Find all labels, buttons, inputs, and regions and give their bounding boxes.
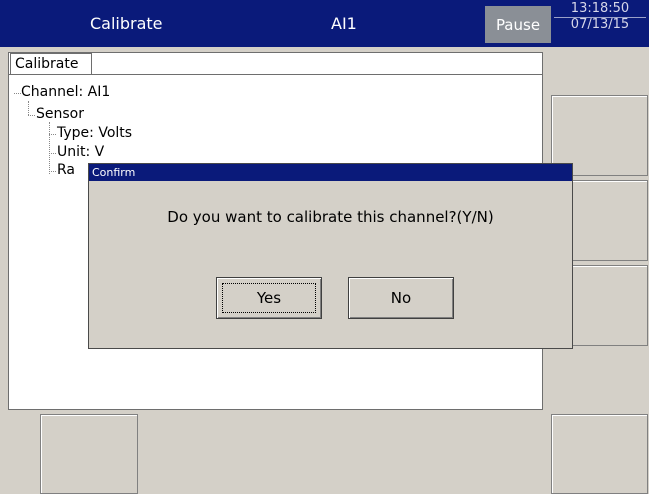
dialog-message: Do you want to calibrate this channel?(Y… (167, 208, 494, 226)
tree-item-type[interactable]: Type: Volts (57, 125, 132, 141)
yes-button-label: Yes (222, 283, 316, 313)
no-button[interactable]: No (348, 277, 454, 319)
confirm-dialog: Confirm Do you want to calibrate this ch… (88, 163, 573, 349)
tree-connector (49, 153, 56, 154)
yes-button[interactable]: Yes (216, 277, 322, 319)
clock: 13:18:50 07/13/15 (554, 2, 646, 45)
tree-connector (14, 93, 21, 94)
tree-connector (49, 122, 50, 174)
tab-calibrate[interactable]: Calibrate (10, 53, 92, 74)
clock-date: 07/13/15 (554, 17, 646, 32)
side-button-4[interactable] (551, 414, 648, 494)
dialog-title: Confirm (89, 164, 572, 181)
tree-connector (28, 101, 29, 115)
tree-connector (49, 171, 56, 172)
channel-name: AI1 (331, 14, 357, 33)
bottom-button-1[interactable] (40, 414, 138, 494)
tree-connector (49, 134, 56, 135)
pause-button[interactable]: Pause (485, 6, 551, 43)
tab-divider (8, 74, 543, 75)
tree-item-channel[interactable]: Channel: AI1 (21, 84, 110, 100)
tree-connector (28, 115, 35, 116)
tree-item-range[interactable]: Ra (57, 162, 75, 178)
no-button-label: No (390, 289, 412, 307)
tree-item-sensor[interactable]: Sensor (36, 106, 84, 122)
screen-title: Calibrate (90, 14, 163, 33)
clock-time: 13:18:50 (570, 1, 630, 16)
tree-item-unit[interactable]: Unit: V (57, 144, 104, 160)
title-bar: Calibrate AI1 Pause 13:18:50 07/13/15 (0, 0, 649, 47)
